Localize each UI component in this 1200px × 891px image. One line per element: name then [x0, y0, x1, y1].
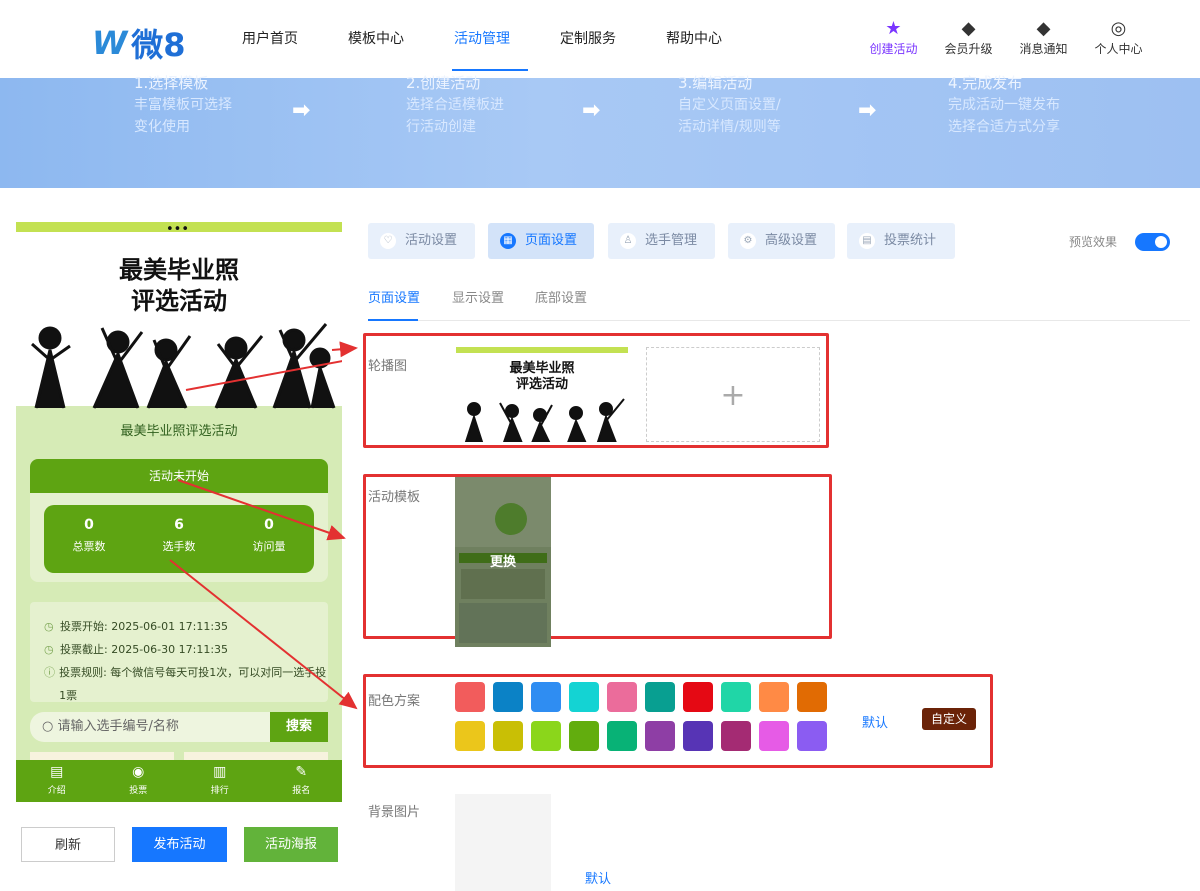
tab-advanced-settings[interactable]: ⚙ 高级设置: [728, 223, 835, 259]
layout-icon: ▦: [500, 233, 516, 249]
step-3: 3.编辑活动 自定义页面设置/活动详情/规则等: [678, 74, 781, 135]
logo[interactable]: W 微8: [92, 20, 186, 66]
gem-icon: ◆: [961, 18, 976, 39]
color-swatch[interactable]: [683, 682, 713, 712]
subtab-footer-settings[interactable]: 底部设置: [535, 287, 587, 306]
nav-help-center[interactable]: 帮助中心: [666, 28, 722, 48]
heart-icon: ♡: [380, 233, 396, 249]
nav-home[interactable]: 用户首页: [242, 28, 298, 48]
header-tools: ★ 创建活动 ◆ 会员升级 ◆ 消息通知 ◎ 个人中心: [856, 18, 1156, 57]
step-4: 4.完成发布 完成活动一键发布 选择合适方式分享: [948, 74, 1060, 135]
tab-vote-statistics[interactable]: ▤ 投票统计: [847, 223, 955, 259]
color-swatch[interactable]: [759, 682, 789, 712]
change-template-button[interactable]: 更换: [455, 551, 551, 570]
arrow-right-icon: ➡: [292, 98, 311, 123]
bell-icon: ◆: [1036, 18, 1051, 39]
arrow-right-icon: ➡: [858, 98, 877, 123]
template-thumbnail[interactable]: 更换: [455, 477, 551, 647]
preview-effect-label: 预览效果: [1069, 235, 1118, 249]
carousel-label: 轮播图: [368, 359, 408, 374]
carousel-illustration: [464, 398, 625, 442]
background-image-placeholder[interactable]: [455, 794, 551, 891]
color-swatch[interactable]: [683, 721, 713, 751]
member-upgrade-button[interactable]: ◆ 会员升级: [931, 18, 1006, 57]
star-icon: ★: [885, 18, 902, 39]
settings-icon: ⚙: [740, 233, 756, 249]
color-scheme-label: 配色方案: [368, 694, 421, 709]
background-default-link[interactable]: 默认: [585, 868, 611, 887]
color-swatch[interactable]: [797, 721, 827, 751]
color-swatch[interactable]: [455, 682, 485, 712]
preview-toggle[interactable]: [1135, 233, 1170, 251]
stats-icon: ▤: [859, 233, 875, 249]
subtab-display-settings[interactable]: 显示设置: [452, 287, 504, 306]
nav-template-center[interactable]: 模板中心: [348, 28, 404, 48]
default-color-link[interactable]: 默认: [862, 712, 888, 731]
process-banner: 1.选择模板 丰富模板可选择 变化使用 ➡ 2.创建活动 选择合适模板进 行活动创建 ➡…: [0, 74, 1200, 188]
background-label: 背景图片: [368, 805, 421, 820]
create-activity-button[interactable]: ★ 创建活动: [856, 18, 931, 57]
subtab-page-settings[interactable]: 页面设置: [368, 287, 420, 306]
color-swatch[interactable]: [607, 682, 637, 712]
color-palette: [455, 682, 835, 752]
settings-panel: ♡ 活动设置 ▦ 页面设置 ♙ 选手管理 ⚙ 高级设置 ▤ 投票统计 预览效果 页面设置 …: [0, 188, 1200, 891]
top-navigation: W 微8 用户首页 模板中心 活动管理 定制服务 帮助中心 ★ 创建活动 ◆ 会员升级…: [0, 0, 1200, 78]
color-swatch[interactable]: [607, 721, 637, 751]
tab-page-settings[interactable]: ▦ 页面设置: [488, 223, 594, 259]
message-notification-button[interactable]: ◆ 消息通知: [1006, 18, 1081, 57]
color-swatch[interactable]: [493, 682, 523, 712]
tab-activity-settings[interactable]: ♡ 活动设置: [368, 223, 475, 259]
logo-text: 微8: [131, 26, 186, 64]
template-highlight: [363, 474, 832, 639]
color-swatch[interactable]: [493, 721, 523, 751]
logo-w-icon: W: [92, 24, 128, 62]
step-2: 2.创建活动 选择合适模板进 行活动创建: [406, 74, 504, 135]
color-swatch[interactable]: [721, 682, 751, 712]
user-icon: ◎: [1110, 18, 1127, 39]
arrow-right-icon: ➡: [582, 98, 601, 123]
color-swatch[interactable]: [531, 682, 561, 712]
color-swatch[interactable]: [645, 721, 675, 751]
nav-activity-management[interactable]: 活动管理: [452, 28, 528, 71]
template-label: 活动模板: [368, 490, 421, 505]
color-swatch[interactable]: [569, 682, 599, 712]
color-swatch[interactable]: [531, 721, 561, 751]
add-carousel-button[interactable]: +: [646, 347, 820, 442]
color-swatch[interactable]: [569, 721, 599, 751]
color-swatch[interactable]: [645, 682, 675, 712]
tab-contestant-management[interactable]: ♙ 选手管理: [608, 223, 715, 259]
color-swatch[interactable]: [455, 721, 485, 751]
color-swatch[interactable]: [797, 682, 827, 712]
custom-color-button[interactable]: 自定义: [922, 708, 976, 730]
color-swatch[interactable]: [721, 721, 751, 751]
personal-center-button[interactable]: ◎ 个人中心: [1081, 18, 1156, 57]
nav-custom-service[interactable]: 定制服务: [560, 28, 616, 48]
carousel-image[interactable]: 最美毕业照 评选活动: [456, 347, 628, 442]
color-swatch[interactable]: [759, 721, 789, 751]
main-nav: 用户首页 模板中心 活动管理 定制服务 帮助中心: [242, 28, 772, 71]
person-icon: ♙: [620, 233, 636, 249]
subtab-underline: [368, 319, 1190, 321]
step-1: 1.选择模板 丰富模板可选择 变化使用: [134, 74, 232, 135]
